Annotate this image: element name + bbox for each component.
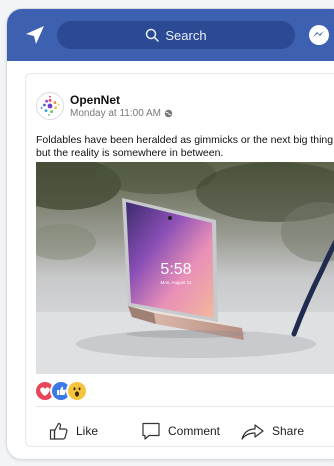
wow-reaction-icon [66,380,88,402]
share-label: Share [272,424,305,438]
messenger-icon[interactable] [307,23,331,47]
share-button[interactable]: Share [240,416,304,446]
reaction-summary[interactable] [34,380,104,402]
like-button[interactable]: Like [48,416,98,446]
post-timestamp[interactable]: Monday at 11:00 AM [70,108,161,119]
opennet-logo-icon [40,95,60,116]
search-icon [146,28,160,42]
search-bar[interactable]: Search [57,21,295,49]
comment-button[interactable]: Comment [140,416,220,446]
screen-clock: 5:58 [160,261,191,278]
search-label: Search [165,27,207,43]
post-divider [36,406,334,407]
page-avatar[interactable] [36,92,64,120]
comment-icon [142,422,160,440]
foldable-phone-photo: 5:58 Mon, August 11 [36,162,334,374]
page-name[interactable]: OpenNet [70,93,120,107]
post-card: OpenNet Monday at 11:00 AM Foldables hav… [25,73,334,447]
like-label: Like [76,424,99,438]
post-actions: Like Comment Share [26,416,334,446]
post-text: Foldables have been heralded as gimmicks… [36,134,334,159]
screen-date: Mon, August 11 [161,280,192,285]
post-meta: Monday at 11:00 AM [70,108,173,119]
share-icon [241,424,264,440]
thumbs-up-icon [49,422,68,440]
top-navigation-bar: Search [7,9,334,61]
phone-frame: Search OpenNet Monday at 11:00 AM Foldab… [6,8,334,460]
send-icon[interactable] [23,23,47,47]
globe-icon [164,109,173,118]
comment-label: Comment [168,424,221,438]
post-image[interactable]: 5:58 Mon, August 11 [36,162,334,374]
